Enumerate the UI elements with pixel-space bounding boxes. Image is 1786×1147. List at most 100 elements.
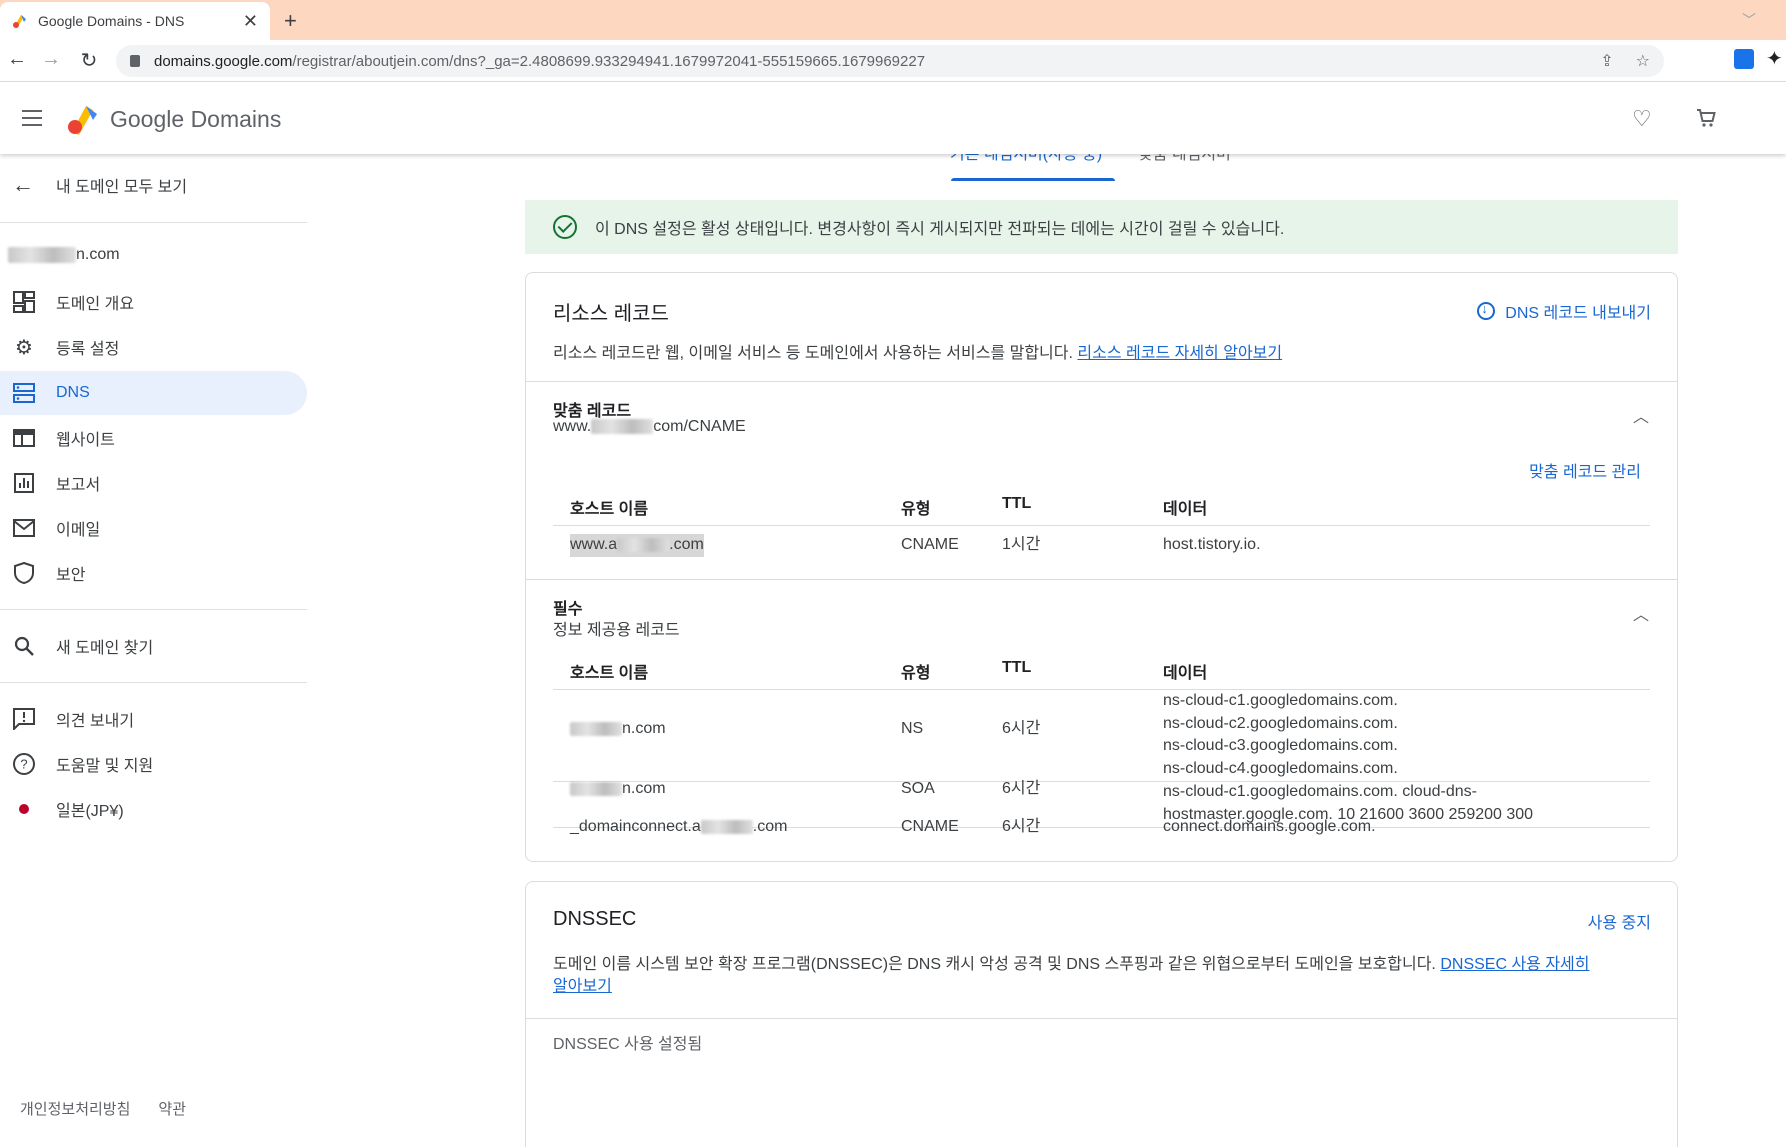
close-tab-icon[interactable]: ✕ [243, 11, 258, 32]
cell-host: n.com [570, 718, 666, 741]
redacted-text [570, 721, 622, 736]
puzzle-extensions-icon[interactable]: ✦ [1766, 46, 1783, 71]
dnssec-learn-more-link-cont[interactable]: 알아보기 [553, 978, 612, 995]
terms-link[interactable]: 약관 [158, 1098, 186, 1119]
sidebar-item-label: 새 도메인 찾기 [56, 640, 154, 657]
card-description: 도메인 이름 시스템 보안 확장 프로그램(DNSSEC)은 DNS 캐시 악성… [553, 956, 1590, 995]
sidebar-item-label: 이메일 [56, 522, 101, 539]
sidebar-footer: 개인정보처리방침 약관 [20, 1098, 186, 1119]
sidebar-item-feedback[interactable]: 의견 보내기 [0, 697, 307, 741]
nameserver-tabs: 기본 네임서버(사용 중) 맞춤 네임서버 [950, 154, 1231, 176]
dnssec-learn-more-link[interactable]: DNSSEC 사용 자세히 [1440, 956, 1589, 973]
bookmark-star-icon[interactable]: ☆ [1636, 51, 1650, 71]
reload-icon[interactable]: ↻ [76, 48, 102, 73]
share-icon[interactable]: ⇪ [1600, 51, 1613, 71]
sidebar-item-website[interactable]: 웹사이트 [0, 416, 307, 460]
column-header-ttl: TTL [1002, 495, 1032, 512]
status-banner: 이 DNS 설정은 활성 상태입니다. 변경사항이 즉시 게시되지만 전파되는 … [525, 200, 1678, 254]
sidebar-item-label: 도움말 및 지원 [56, 758, 154, 775]
column-header-host: 호스트 이름 [570, 501, 649, 518]
section-divider [526, 381, 1677, 382]
sidebar-item-label: 웹사이트 [56, 432, 115, 449]
download-icon [1477, 301, 1496, 320]
table-divider [553, 689, 1650, 690]
sidebar-item-label: 보고서 [56, 477, 101, 494]
column-header-type: 유형 [901, 665, 931, 682]
extension-icon[interactable] [1734, 49, 1754, 69]
favorites-heart-icon[interactable]: ♡ [1632, 106, 1652, 132]
feedback-icon [12, 707, 36, 731]
sidebar-item-reports[interactable]: 보고서 [0, 461, 307, 505]
manage-custom-records-link[interactable]: 맞춤 레코드 관리 [1529, 458, 1641, 482]
sidebar: ← 내 도메인 모두 보기 n.com 도메인 개요 ⚙ 등록 설정 DNS 웹… [0, 154, 310, 1147]
tab-title: Google Domains - DNS [38, 13, 185, 29]
active-tab-indicator [951, 178, 1115, 181]
shield-icon [12, 561, 36, 585]
chevron-up-icon[interactable]: ︿ [1633, 601, 1649, 625]
back-arrow-icon[interactable]: ← [4, 48, 30, 71]
tab-default-nameservers[interactable]: 기본 네임서버(사용 중) [950, 154, 1102, 176]
redacted-text [617, 537, 670, 552]
cell-host: _domainconnect.a .com [570, 818, 788, 835]
sidebar-item-label: 도메인 개요 [56, 296, 135, 313]
sidebar-divider [0, 609, 307, 610]
cart-icon[interactable] [1694, 106, 1718, 136]
gear-icon: ⚙ [15, 336, 33, 359]
tab-search-chevron-icon[interactable]: ﹀ [1742, 10, 1756, 30]
cell-host[interactable]: www.a .com [570, 534, 704, 557]
browser-tabstrip: Google Domains - DNS ✕ + ﹀ [0, 0, 1786, 40]
browser-toolbar: ← → ↻ domains.google.com/registrar/about… [0, 40, 1786, 82]
column-header-ttl: TTL [1002, 659, 1032, 676]
sidebar-item-registration-settings[interactable]: ⚙ 등록 설정 [0, 325, 307, 369]
redacted-text [700, 819, 753, 834]
disable-dnssec-button[interactable]: 사용 중지 [1588, 909, 1651, 933]
address-bar[interactable]: domains.google.com/registrar/aboutjein.c… [116, 45, 1664, 77]
dnssec-card: DNSSEC 사용 중지 도메인 이름 시스템 보안 확장 프로그램(DNSSE… [525, 881, 1678, 1147]
section-divider [526, 579, 1677, 580]
forward-arrow-icon[interactable]: → [38, 48, 64, 71]
sidebar-item-security[interactable]: 보안 [0, 551, 307, 595]
chevron-up-icon[interactable]: ︿ [1633, 403, 1649, 427]
app-logo-text[interactable]: Google Domains [110, 106, 281, 133]
section-divider [526, 1018, 1677, 1019]
redacted-text [8, 246, 76, 263]
sidebar-item-email[interactable]: 이메일 [0, 506, 307, 550]
cell-data: host.tistory.io. [1163, 536, 1261, 553]
cell-type: CNAME [901, 536, 959, 553]
column-header-host: 호스트 이름 [570, 665, 649, 682]
google-domains-logo-icon [66, 102, 100, 136]
sidebar-item-dns[interactable]: DNS [0, 371, 307, 415]
sidebar-item-currency[interactable]: 일본(JP¥) [0, 787, 307, 831]
privacy-link[interactable]: 개인정보처리방침 [20, 1098, 130, 1119]
sidebar-item-help[interactable]: ? 도움말 및 지원 [0, 742, 307, 786]
current-domain: n.com [8, 246, 120, 264]
new-tab-button[interactable]: + [284, 8, 297, 34]
card-title: DNSSEC [553, 908, 637, 930]
mail-icon [12, 516, 36, 540]
section-subtitle-required: 정보 제공용 레코드 [553, 622, 680, 639]
banner-text: 이 DNS 설정은 활성 상태입니다. 변경사항이 즉시 게시되지만 전파되는 … [595, 221, 1285, 238]
back-to-all-domains-link[interactable]: ← 내 도메인 모두 보기 [12, 172, 187, 198]
card-title: 리소스 레코드 [553, 303, 669, 325]
sidebar-item-label: 등록 설정 [56, 341, 120, 358]
browser-tab[interactable]: Google Domains - DNS ✕ [0, 2, 270, 40]
cell-type: NS [901, 720, 924, 737]
section-title-dnssec-enabled: DNSSEC 사용 설정됨 [553, 1036, 703, 1053]
website-icon [12, 426, 36, 450]
export-dns-records-button[interactable]: DNS 레코드 내보내기 [1477, 299, 1651, 323]
sidebar-divider [0, 682, 307, 683]
cell-type: CNAME [901, 818, 959, 835]
menu-icon[interactable] [22, 110, 42, 126]
lock-icon [130, 55, 140, 67]
learn-more-link[interactable]: 리소스 레코드 자세히 알아보기 [1077, 345, 1282, 362]
sidebar-item-label: 일본(JP¥) [56, 803, 124, 820]
app-header: Google Domains ♡ [0, 82, 1786, 154]
column-header-data: 데이터 [1163, 665, 1208, 682]
tab-custom-nameservers[interactable]: 맞춤 네임서버 [1138, 154, 1231, 176]
resource-records-card: 리소스 레코드 DNS 레코드 내보내기 리소스 레코드란 웹, 이메일 서비스… [525, 272, 1678, 862]
main-content: 기본 네임서버(사용 중) 맞춤 네임서버 이 DNS 설정은 활성 상태입니다… [310, 154, 1786, 1147]
back-arrow-icon: ← [12, 172, 34, 197]
sidebar-item-overview[interactable]: 도메인 개요 [0, 280, 307, 324]
sidebar-item-label: DNS [56, 384, 90, 401]
sidebar-item-find-domain[interactable]: 새 도메인 찾기 [0, 624, 307, 668]
